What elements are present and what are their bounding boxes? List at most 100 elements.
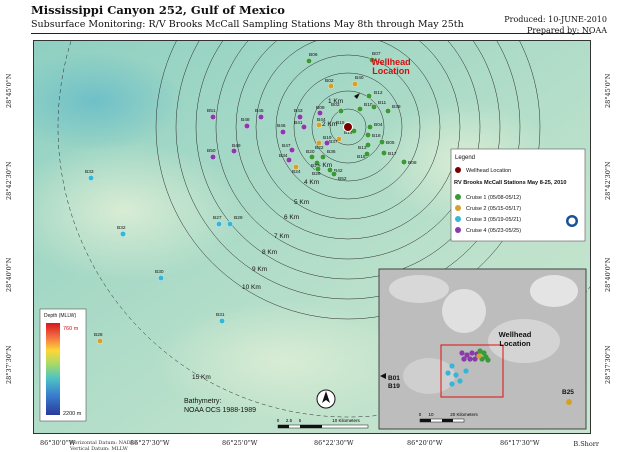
station-marker-b28[interactable] <box>97 338 104 345</box>
station-marker-b52[interactable] <box>331 170 338 177</box>
legend-cruise-icon <box>455 227 461 233</box>
station-label: B41 <box>294 120 303 126</box>
station-label: B48 <box>241 117 250 123</box>
station-label: B32 <box>117 225 126 231</box>
legend-panel: Legend Wellhead Location RV Brooks McCal… <box>450 148 586 242</box>
range-ring-label: 9 Km <box>252 266 267 273</box>
station-marker-b27[interactable] <box>215 220 222 227</box>
inset-map[interactable]: Wellhead Location B01 B19 B25 0 10 20 Ki… <box>378 268 587 430</box>
map-title: Mississippi Canyon 252, Gulf of Mexico <box>31 3 285 17</box>
station-marker-b45[interactable] <box>257 113 264 120</box>
depth-top-label: 760 m <box>63 326 79 332</box>
station-label: B28 <box>94 332 103 338</box>
station-label: B13 <box>358 145 367 151</box>
station-label: B36 <box>327 149 336 155</box>
inset-scale-tick: 20 Kilometers <box>450 412 478 417</box>
inset-b25-label: B25 <box>562 389 574 396</box>
inset-b19-label: B19 <box>388 383 400 390</box>
station-label: B46 <box>277 123 286 129</box>
range-ring-label: 4 Km <box>304 179 319 186</box>
station-marker-b26[interactable] <box>315 165 322 172</box>
range-ring-label: 6 Km <box>284 214 299 221</box>
station-marker-b20[interactable] <box>309 153 316 160</box>
station-label: B08 <box>408 160 417 166</box>
longitude-tick: 86°25'0"W <box>222 439 258 447</box>
station-marker-b06[interactable] <box>306 58 313 65</box>
station-marker-b46[interactable] <box>279 128 286 135</box>
wellhead-label: Location <box>372 66 410 76</box>
station-marker-b40[interactable] <box>352 81 359 88</box>
station-marker-b29[interactable] <box>226 220 233 227</box>
station-marker-b12[interactable] <box>366 93 373 100</box>
inset-terrain <box>530 275 578 307</box>
station-label: B26 <box>312 171 321 177</box>
station-marker-b31[interactable] <box>218 318 225 325</box>
station-marker-b09[interactable] <box>317 109 324 116</box>
station-label: B51 <box>207 108 216 114</box>
station-marker-b19[interactable] <box>324 139 331 146</box>
produced-date: Produced: 10-JUNE-2010 <box>504 15 607 24</box>
bathymetry-map[interactable]: 1 Km2 Km3 Km4 Km5 Km6 Km7 Km8 Km9 Km10 K… <box>34 41 590 433</box>
noaa-logo-inner <box>568 217 576 225</box>
station-marker-b17[interactable] <box>381 149 388 156</box>
station-marker-b39[interactable] <box>385 107 392 114</box>
latitude-tick-right: 28°45'0"N <box>604 73 612 108</box>
inset-terrain <box>442 289 486 333</box>
inset-wellhead-label: Location <box>499 339 531 348</box>
station-label: B18 <box>372 133 381 139</box>
station-marker-b22[interactable] <box>316 139 323 146</box>
north-arrow-icon <box>316 389 336 409</box>
station-label: B29 <box>234 215 243 221</box>
map-subtitle: Subsurface Monitoring: R/V Brooks McCall… <box>31 19 464 30</box>
inset-station-marker <box>485 357 491 363</box>
station-marker-b05[interactable] <box>379 138 386 145</box>
station-marker-b30[interactable] <box>157 274 164 281</box>
latitude-tick-left: 28°40'0"N <box>5 257 13 292</box>
station-marker-b43[interactable] <box>297 113 304 120</box>
station-label: B39 <box>392 104 401 110</box>
credit-label: B.Shorr <box>573 440 599 448</box>
station-label: B50 <box>207 148 216 154</box>
bathymetry-source: NOAA OCS 1988-1989 <box>184 407 256 414</box>
station-marker-b11[interactable] <box>371 104 378 111</box>
inset-scale-tick: 10 <box>428 412 434 417</box>
longitude-tick: 86°17'30"W <box>500 439 540 447</box>
inset-b01-label: B01 <box>388 375 400 382</box>
station-marker-b32[interactable] <box>119 230 126 237</box>
station-marker-b51[interactable] <box>209 113 216 120</box>
station-marker-b08[interactable] <box>401 158 408 165</box>
station-label: B40 <box>355 75 364 81</box>
station-marker-b03[interactable] <box>338 107 345 114</box>
scale-tick: 10 Kilometers <box>332 418 360 423</box>
legend-cruise-label: Cruise 3 (05/19-05/21) <box>466 217 521 223</box>
station-marker-b10[interactable] <box>357 105 364 112</box>
station-marker-b44[interactable] <box>316 121 323 128</box>
station-marker-b18[interactable] <box>365 131 372 138</box>
station-marker-b24[interactable] <box>293 163 300 170</box>
legend-cruise-label: Cruise 4 (05/23-05/25) <box>466 228 521 234</box>
station-marker-b04[interactable] <box>367 123 374 130</box>
station-marker-b36[interactable] <box>320 153 327 160</box>
inset-station-marker <box>459 350 465 356</box>
station-label: B22 <box>315 145 324 151</box>
station-label: B44 <box>317 117 326 123</box>
prepared-by: Prepared by: NOAA <box>526 26 607 35</box>
datum-info: Horizontal Datum: NAD83 Vertical Datum: … <box>70 440 137 452</box>
station-label: B45 <box>255 108 264 114</box>
range-ring-label: 15 Km <box>192 374 211 381</box>
wellhead-marker[interactable] <box>343 122 353 132</box>
station-marker-b02[interactable] <box>328 83 335 90</box>
station-marker-b50[interactable] <box>209 153 216 160</box>
scale-tick: 2.5 <box>286 418 293 423</box>
map-frame[interactable]: 1 Km 2 Km 3 Km 4 Km 5 Km 6 Km 7 Km 8 Km 9 Km 10 K… <box>33 40 591 434</box>
depth-legend: Depth (MLLW) 760 m 2200 m <box>39 308 87 422</box>
station-marker-b48[interactable] <box>243 122 250 129</box>
station-label: B31 <box>216 312 225 318</box>
station-marker-b49[interactable] <box>230 147 237 154</box>
legend-cruise-icon <box>455 205 461 211</box>
inset-station-marker <box>467 356 473 362</box>
legend-cruise-icon <box>455 216 461 222</box>
inset-station-marker <box>457 378 463 384</box>
station-marker-b33[interactable] <box>88 174 95 181</box>
inset-wellhead-label: Wellhead <box>499 330 532 339</box>
